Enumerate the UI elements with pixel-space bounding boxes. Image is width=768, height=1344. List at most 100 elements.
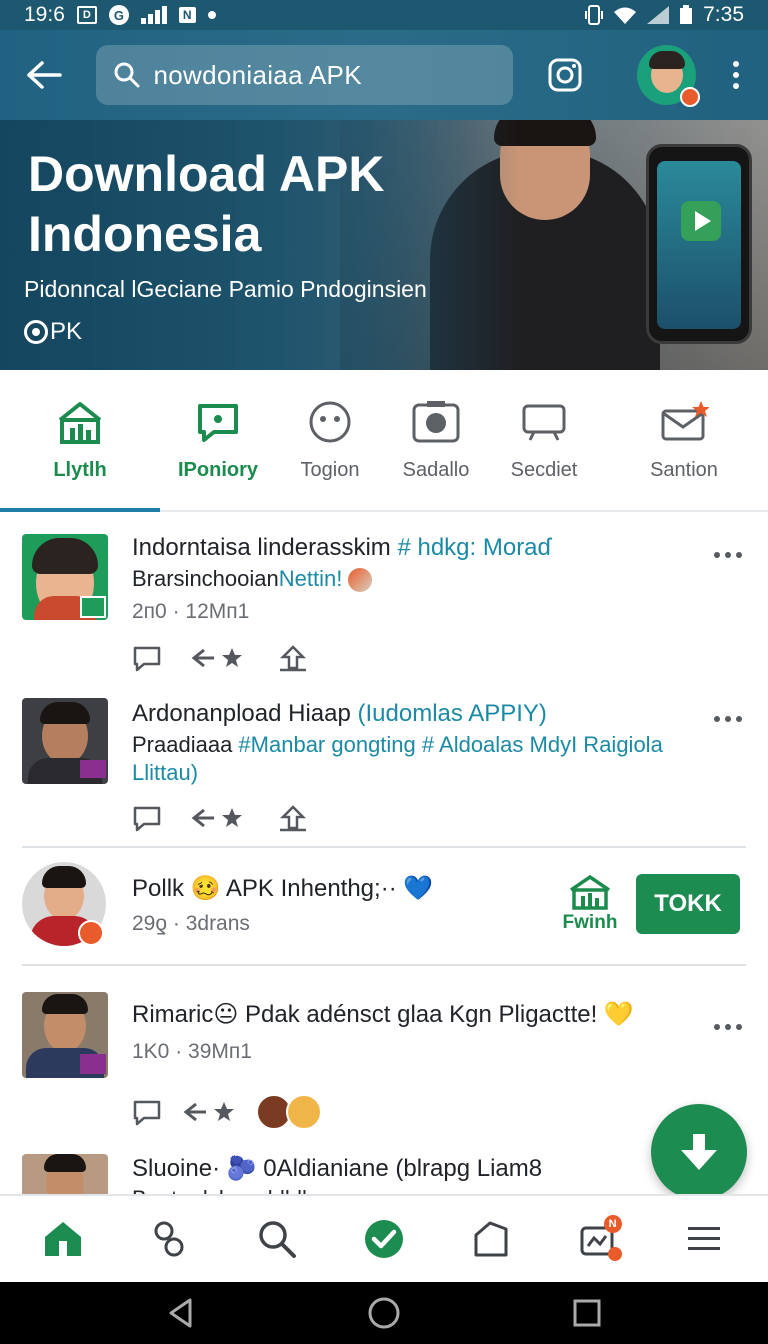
- fwinh-button[interactable]: Fwinh: [560, 874, 620, 934]
- post-text: BrarsinchooianNettin!: [132, 566, 373, 593]
- post-text: Buntru lshanoldhlle: [132, 1186, 319, 1194]
- feed-list: Indorntaisa linderasskim # hdkg: Moraɗ B…: [0, 514, 768, 1194]
- upvote-icon[interactable]: [278, 644, 308, 672]
- nav-search[interactable]: [247, 1209, 307, 1269]
- profile-avatar[interactable]: [636, 45, 701, 107]
- smiley-icon: [305, 399, 355, 445]
- nav-tag[interactable]: [461, 1209, 521, 1269]
- vibrate-icon: [585, 5, 604, 25]
- google-icon: G: [108, 5, 129, 25]
- list-item[interactable]: Pollk 🥴 APK Inhenthg;·· 💙 29ƍ · 3drans F…: [0, 848, 768, 964]
- post-thumbnail: [22, 992, 108, 1078]
- back-arrow-icon: [27, 61, 62, 89]
- post-thumbnail: [22, 698, 108, 784]
- post-thumbnail: [22, 534, 108, 620]
- post-meta: 1K0 · 39Mп1: [132, 1040, 252, 1063]
- hero-title: Download APK Indonesia: [28, 146, 385, 262]
- tab-iponiory[interactable]: IPoniory: [160, 370, 276, 510]
- menu-icon: [688, 1227, 721, 1250]
- post-meta: 2п0 · 12Mп1: [132, 600, 250, 623]
- search-input[interactable]: nowdoniaiaa APK: [95, 45, 514, 105]
- nav-link[interactable]: [140, 1209, 200, 1269]
- hero-subtitle: Pidonncal lGeciane Pamio Pndoginsien: [24, 276, 427, 302]
- back-button[interactable]: [22, 53, 66, 97]
- search-icon: [114, 62, 140, 88]
- battery-icon: [680, 5, 693, 24]
- tab-secdiet[interactable]: Secdiet: [488, 370, 600, 510]
- mail-star-icon: [659, 399, 709, 445]
- search-icon: [259, 1221, 297, 1258]
- dot: [733, 72, 740, 78]
- tokk-button[interactable]: TOKK: [636, 874, 740, 934]
- post-title: Sluoine· 🫐 0Aldianiane (blrapg Liam8: [132, 1155, 543, 1182]
- comment-icon[interactable]: [132, 804, 162, 832]
- download-fab[interactable]: [651, 1104, 747, 1200]
- more-options-button[interactable]: [714, 1022, 742, 1032]
- post-title: Pollk 🥴 APK Inhenthg;·· 💙: [132, 875, 434, 902]
- comment-icon[interactable]: [132, 1098, 162, 1126]
- nav-check[interactable]: [354, 1209, 414, 1269]
- tab-label: Sadallo: [402, 458, 470, 481]
- instagram-icon: [548, 58, 582, 92]
- nav-home[interactable]: [33, 1209, 93, 1269]
- home-icon: [45, 1222, 82, 1256]
- dot: [733, 61, 740, 67]
- dot-icon: [207, 11, 216, 19]
- back-triangle-icon[interactable]: [166, 1297, 196, 1329]
- category-tabs: Llytlh IPoniory Togion Sadallo Secdiet S…: [0, 370, 768, 512]
- link-icon: [154, 1221, 184, 1257]
- tab-label: Llytlh: [53, 458, 107, 481]
- tab-label: Secdiet: [510, 458, 578, 481]
- instagram-button[interactable]: [545, 55, 585, 95]
- check-circle-icon: [364, 1220, 403, 1258]
- camera-icon: [411, 399, 461, 445]
- balloon-emoji-icon: [348, 568, 373, 593]
- tab-santion[interactable]: Santion: [600, 370, 768, 510]
- reaction-avatars: [256, 1094, 322, 1130]
- brand-text: PK: [50, 318, 83, 345]
- list-item[interactable]: Indorntaisa linderasskim # hdkg: Moraɗ B…: [0, 514, 768, 684]
- tab-togion[interactable]: Togion: [276, 370, 384, 510]
- system-navigation-bar: [0, 1282, 768, 1344]
- active-tab-indicator: [0, 508, 160, 512]
- download-arrow-icon: [681, 1134, 717, 1170]
- home-circle-icon[interactable]: [367, 1296, 401, 1330]
- status-time-left: 19:6: [24, 3, 65, 26]
- post-text-cont: Llittau): [132, 760, 199, 785]
- post-title: Rimaric😐 Pdak adénsct glaa Kgn Pligactte…: [132, 1001, 634, 1028]
- list-item[interactable]: Ardonanpload Hiaap (Iudomlas APPIY) Praa…: [0, 684, 768, 844]
- reaction-emoji-icon: [286, 1094, 322, 1130]
- upvote-icon[interactable]: [278, 804, 308, 832]
- tab-sadallo[interactable]: Sadallo: [384, 370, 488, 510]
- share-star-icon[interactable]: [190, 644, 250, 672]
- tab-label: Togion: [300, 458, 360, 481]
- nfc-icon: N: [178, 7, 196, 23]
- share-star-icon[interactable]: [190, 804, 250, 832]
- comment-icon[interactable]: [132, 644, 162, 672]
- signal-icon: [647, 6, 670, 24]
- notification-badge: N: [603, 1215, 622, 1233]
- tab-llytlh[interactable]: Llytlh: [0, 370, 160, 512]
- more-vert-button[interactable]: [726, 61, 746, 89]
- hero-banner[interactable]: Download APK Indonesia Pidonncal lGecian…: [0, 120, 768, 370]
- list-item[interactable]: Rimaric😐 Pdak adénsct glaa Kgn Pligactte…: [0, 966, 768, 1136]
- share-star-icon[interactable]: [182, 1098, 242, 1126]
- notification-box-icon: D: [76, 6, 97, 24]
- house-chart-icon: [570, 874, 610, 910]
- more-options-button[interactable]: [714, 550, 742, 560]
- post-actions: [132, 804, 308, 832]
- recents-square-icon[interactable]: [572, 1298, 602, 1328]
- dot: [733, 83, 740, 89]
- top-app-bar: nowdoniaiaa APK: [0, 30, 768, 120]
- tab-label: IPoniory: [177, 458, 258, 481]
- nav-menu[interactable]: [674, 1209, 734, 1269]
- more-options-button[interactable]: [714, 714, 742, 724]
- phone-screen: [657, 161, 741, 329]
- post-title: Ardonanpload Hiaap (Iudomlas APPIY): [132, 700, 547, 727]
- post-thumbnail: [22, 1154, 108, 1194]
- post-actions: [132, 644, 308, 672]
- nav-notifications[interactable]: N: [568, 1209, 628, 1269]
- verified-badge-icon: [78, 920, 104, 946]
- fwinh-label: Fwinh: [562, 912, 618, 933]
- post-meta: 29ƍ · 3drans: [132, 912, 250, 935]
